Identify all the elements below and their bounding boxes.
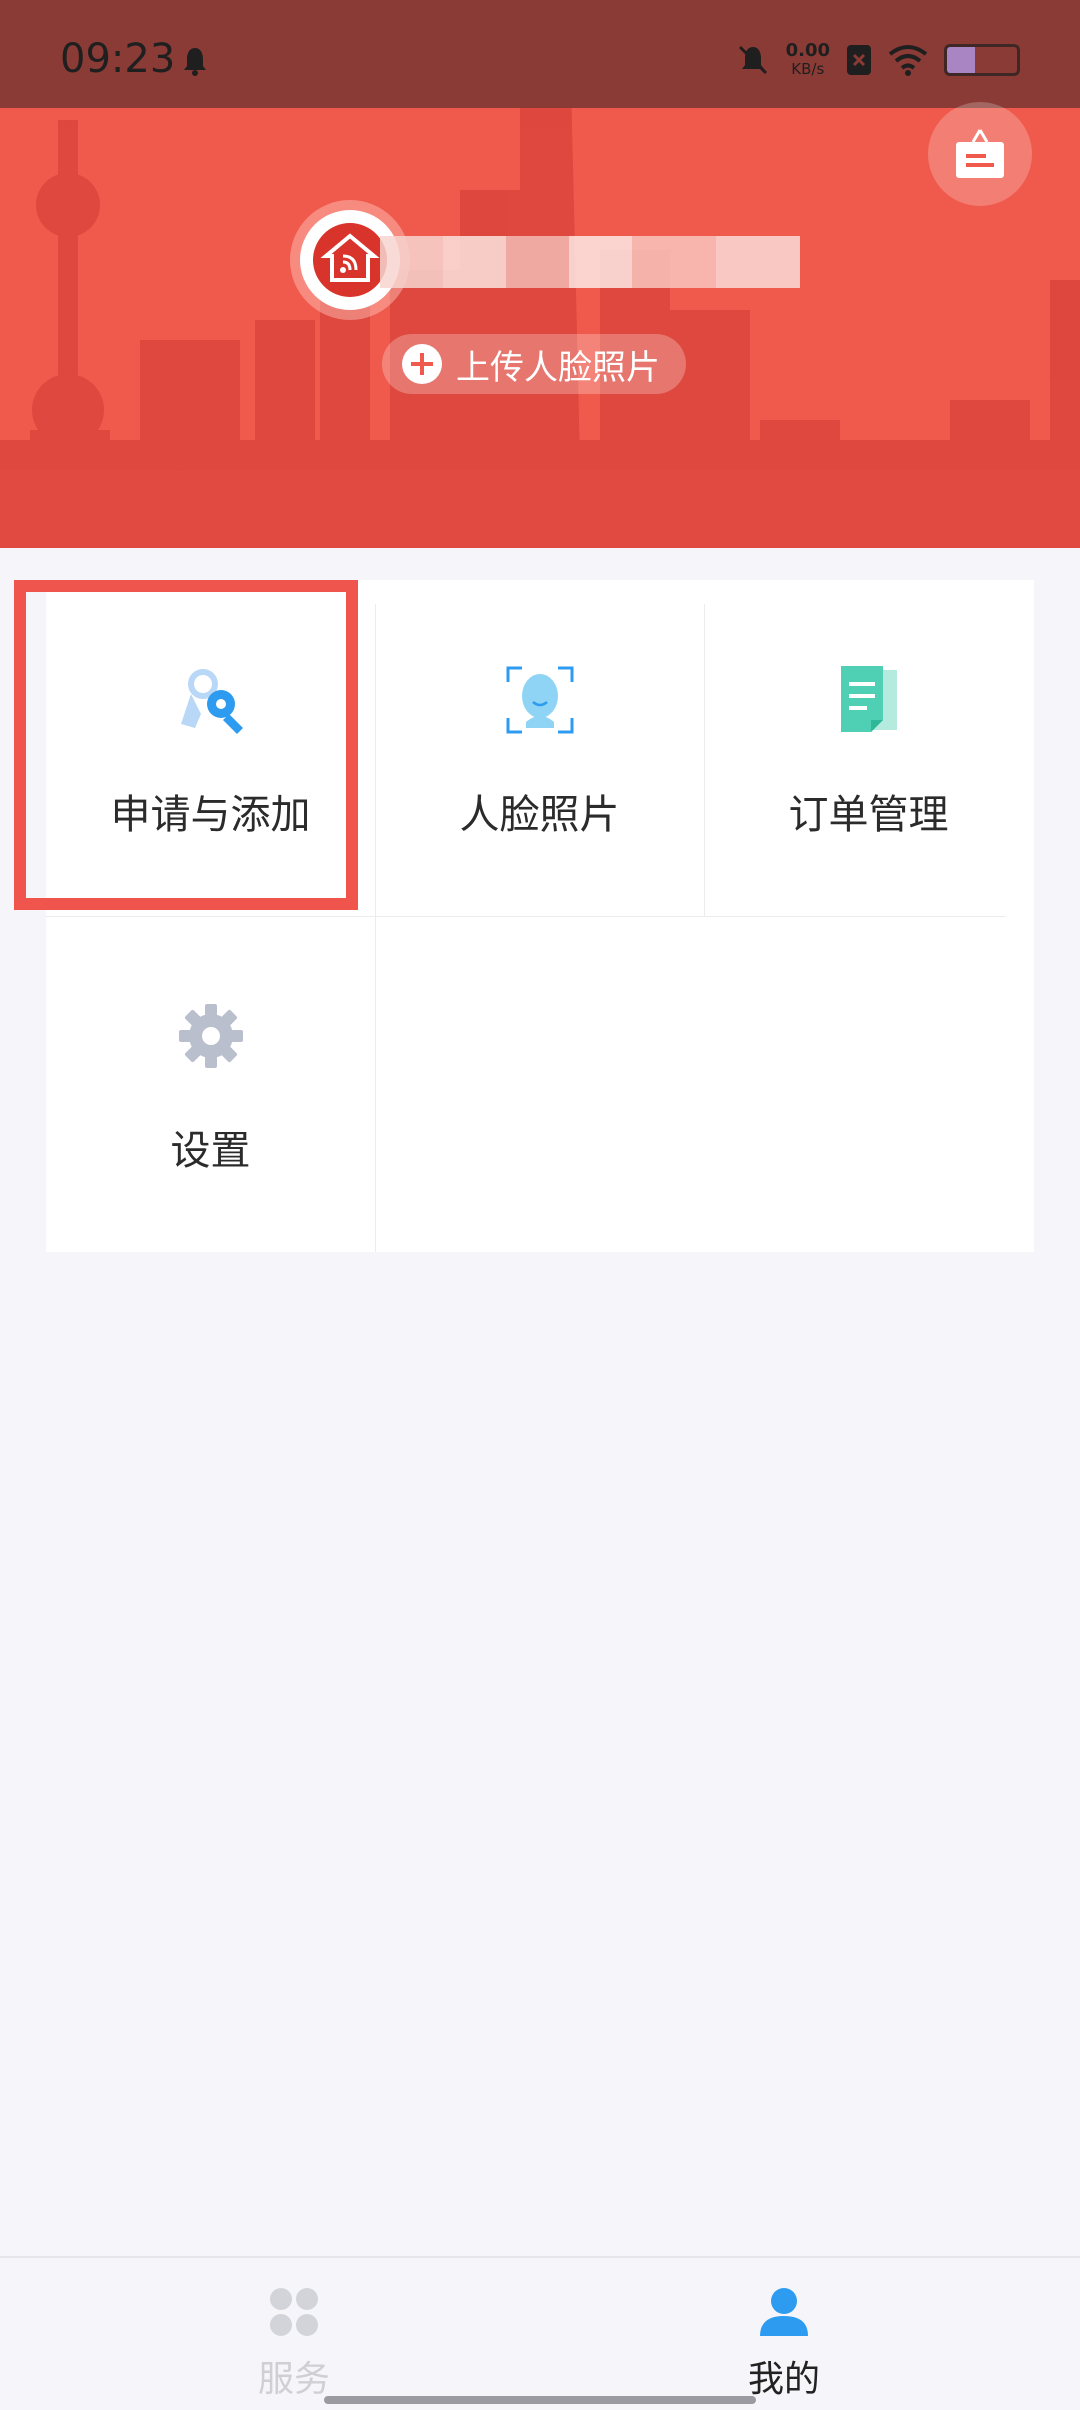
mute-bell-icon <box>738 45 767 75</box>
message-board-button[interactable] <box>928 102 1032 206</box>
tab-mine-label: 我的 <box>747 2359 820 2400</box>
network-speed-value: 0.00 <box>785 40 830 61</box>
selection-highlight-box <box>14 580 358 910</box>
upload-face-photo-button[interactable]: 上传人脸照片 <box>382 334 686 394</box>
status-icons: 0.00 KB/s <box>736 36 1020 84</box>
battery-icon <box>944 44 1020 76</box>
home-indicator[interactable] <box>324 2396 756 2404</box>
menu-order-management[interactable]: 订单管理 <box>704 580 1033 916</box>
tab-services[interactable]: 服务 <box>24 2258 564 2410</box>
gear-icon <box>173 998 249 1074</box>
menu-settings-label: 设置 <box>170 1128 251 1174</box>
document-icon <box>831 662 907 738</box>
home-logo-icon <box>313 223 387 297</box>
status-bar: 09:23 0.00 KB/s <box>0 0 1080 108</box>
face-scan-icon <box>502 662 578 738</box>
user-icon <box>760 2288 808 2336</box>
menu-face-photo-label: 人脸照片 <box>459 792 620 838</box>
sim-icon <box>847 45 871 75</box>
upload-face-photo-label: 上传人脸照片 <box>456 347 660 388</box>
message-sign-icon <box>956 129 1004 178</box>
notification-bell-icon <box>184 48 206 76</box>
tab-services-label: 服务 <box>257 2359 330 2400</box>
menu-settings[interactable]: 设置 <box>46 916 375 1252</box>
menu-face-photo[interactable]: 人脸照片 <box>375 580 704 916</box>
profile-header: 09:23 0.00 KB/s 上传人脸照片 <box>0 0 1080 548</box>
tab-mine[interactable]: 我的 <box>514 2258 1054 2410</box>
menu-order-management-label: 订单管理 <box>788 792 949 838</box>
username-redacted <box>380 236 800 288</box>
wifi-icon <box>888 45 928 76</box>
bottom-navigation: 服务 我的 <box>0 2256 1080 2410</box>
network-speed-unit: KB/s <box>791 60 825 78</box>
status-time: 09:23 <box>60 36 176 82</box>
network-speed: 0.00 KB/s <box>785 40 830 79</box>
four-petal-grid-icon <box>270 2288 318 2336</box>
plus-circle-icon <box>402 344 442 384</box>
